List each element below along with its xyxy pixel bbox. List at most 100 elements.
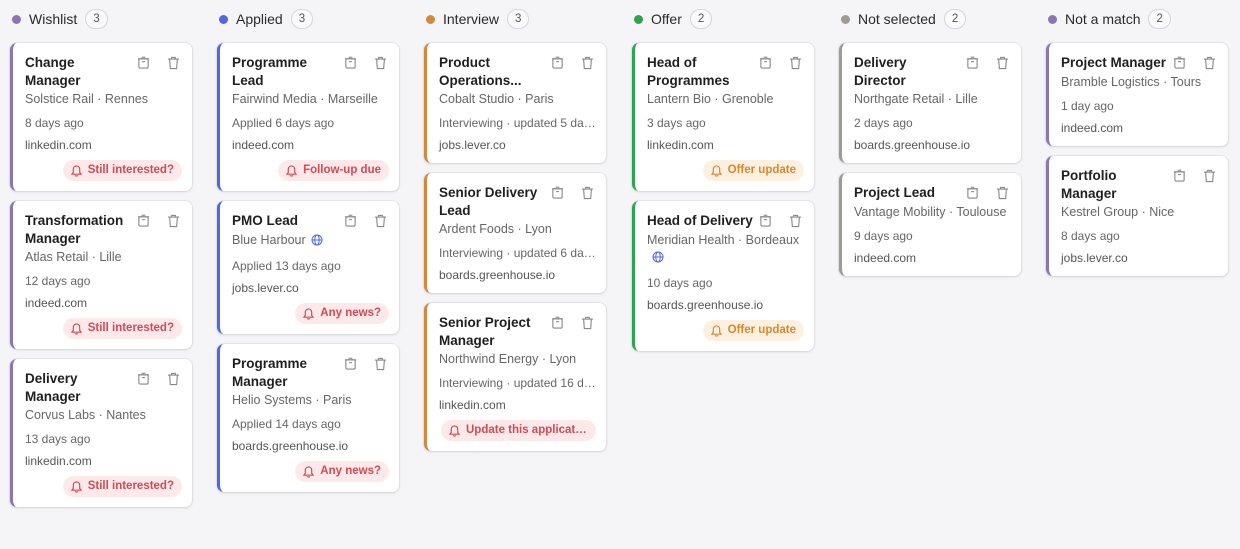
reminder-badge[interactable]: Offer update xyxy=(702,160,804,181)
bell-icon xyxy=(711,165,722,177)
archive-icon[interactable] xyxy=(341,214,359,230)
trash-icon[interactable] xyxy=(371,56,389,72)
trash-icon[interactable] xyxy=(578,186,596,202)
column-count-badge: 3 xyxy=(290,9,314,29)
trash-icon[interactable] xyxy=(371,214,389,230)
archive-icon[interactable] xyxy=(341,56,359,72)
card-source[interactable]: jobs.lever.co xyxy=(1061,250,1218,266)
card-actions xyxy=(1170,167,1218,185)
company-location: Bramble Logistics · Tours xyxy=(1061,74,1218,91)
trash-icon[interactable] xyxy=(786,56,804,72)
job-card[interactable]: Change Manager Solstice Rail · Rennes 8 da… xyxy=(10,43,192,191)
reminder-badge[interactable]: Update this application xyxy=(441,420,596,441)
trash-icon[interactable] xyxy=(1200,169,1218,185)
reminder-badge[interactable]: Any news? xyxy=(295,461,389,482)
card-header: Project Lead xyxy=(854,184,1011,202)
job-card[interactable]: Head of Programmes Lantern Bio · Grenoble… xyxy=(632,43,814,191)
card-source[interactable]: linkedin.com xyxy=(25,137,182,153)
company-location: Lantern Bio · Grenoble xyxy=(647,91,804,108)
company-text: Northwind Energy · Lyon xyxy=(439,352,577,366)
archive-icon[interactable] xyxy=(134,372,152,388)
job-card[interactable]: Programme Manager Helio Systems · Paris Ap… xyxy=(217,344,399,492)
reminder-badge[interactable]: Offer update xyxy=(702,320,804,341)
reminder-badge-label: Any news? xyxy=(320,465,381,477)
reminder-badge[interactable]: Still interested? xyxy=(62,318,182,339)
card-source[interactable]: boards.greenhouse.io xyxy=(439,267,596,283)
reminder-badge[interactable]: Follow-up due xyxy=(278,160,389,181)
company-text: Lantern Bio · Grenoble xyxy=(647,92,774,106)
job-title: Transformation Manager xyxy=(25,213,124,246)
bell-icon xyxy=(71,323,82,335)
archive-icon[interactable] xyxy=(756,214,774,230)
job-card[interactable]: Portfolio Manager Kestrel Group · Nice 8 d… xyxy=(1046,156,1228,276)
card-source[interactable]: boards.greenhouse.io xyxy=(647,297,804,313)
trash-icon[interactable] xyxy=(993,56,1011,72)
archive-icon[interactable] xyxy=(1170,56,1188,72)
card-source[interactable]: indeed.com xyxy=(854,250,1011,266)
archive-icon[interactable] xyxy=(548,186,566,202)
job-card[interactable]: Product Operations... Cobalt Studio · Par… xyxy=(424,43,606,163)
trash-icon[interactable] xyxy=(1200,56,1218,72)
globe-icon[interactable] xyxy=(311,234,323,251)
trash-icon[interactable] xyxy=(786,214,804,230)
card-source[interactable]: indeed.com xyxy=(1061,120,1218,136)
job-title: Head of Delivery xyxy=(647,213,753,228)
job-card[interactable]: Programme Lead Fairwind Media · Marseille… xyxy=(217,43,399,191)
card-source[interactable]: jobs.lever.co xyxy=(439,137,596,153)
badge-row: Any news? xyxy=(232,461,389,482)
card-actions xyxy=(756,54,804,72)
job-card[interactable]: Transformation Manager Atlas Retail · Lil… xyxy=(10,201,192,349)
archive-icon[interactable] xyxy=(341,357,359,373)
trash-icon[interactable] xyxy=(578,56,596,72)
card-source[interactable]: boards.greenhouse.io xyxy=(854,137,1011,153)
archive-icon[interactable] xyxy=(756,56,774,72)
trash-icon[interactable] xyxy=(164,214,182,230)
card-date: 8 days ago xyxy=(25,116,84,130)
archive-icon[interactable] xyxy=(548,316,566,332)
trash-icon[interactable] xyxy=(371,357,389,373)
job-card[interactable]: PMO Lead Blue Harbour Applied 13 days ago j… xyxy=(217,201,399,334)
archive-icon[interactable] xyxy=(134,214,152,230)
card-source[interactable]: indeed.com xyxy=(25,295,182,311)
card-source[interactable]: linkedin.com xyxy=(25,453,182,469)
card-source[interactable]: indeed.com xyxy=(232,137,389,153)
card-source[interactable]: jobs.lever.co xyxy=(232,280,389,296)
job-title: Programme Manager xyxy=(232,356,308,389)
reminder-badge[interactable]: Still interested? xyxy=(62,160,182,181)
job-card[interactable]: Project Manager Bramble Logistics · Tours… xyxy=(1046,43,1228,146)
globe-icon[interactable] xyxy=(652,251,664,268)
card-list: Product Operations... Cobalt Studio · Par… xyxy=(424,38,606,451)
card-actions xyxy=(134,370,182,388)
trash-icon[interactable] xyxy=(164,372,182,388)
reminder-badge[interactable]: Still interested? xyxy=(62,476,182,497)
column-title: Not selected xyxy=(858,11,936,27)
archive-icon[interactable] xyxy=(1170,169,1188,185)
archive-icon[interactable] xyxy=(548,56,566,72)
card-header: Senior Delivery Lead xyxy=(439,184,596,219)
job-title: Head of Programmes xyxy=(647,55,730,88)
card-source[interactable]: linkedin.com xyxy=(647,137,804,153)
card-header: Senior Project Manager xyxy=(439,314,596,349)
job-card[interactable]: Senior Delivery Lead Ardent Foods · Lyon I… xyxy=(424,173,606,293)
card-header: Portfolio Manager xyxy=(1061,167,1218,202)
job-card[interactable]: Head of Delivery Meridian Health · Bordea… xyxy=(632,201,814,351)
trash-icon[interactable] xyxy=(578,316,596,332)
trash-icon[interactable] xyxy=(993,186,1011,202)
card-source[interactable]: boards.greenhouse.io xyxy=(232,438,389,454)
job-card[interactable]: Delivery Director Northgate Retail · Lill… xyxy=(839,43,1021,163)
card-source[interactable]: linkedin.com xyxy=(439,397,596,413)
reminder-badge[interactable]: Any news? xyxy=(295,303,389,324)
bell-icon xyxy=(303,466,314,478)
job-card[interactable]: Senior Project Manager Northwind Energy ·… xyxy=(424,303,606,451)
archive-icon[interactable] xyxy=(963,186,981,202)
status-dot-icon xyxy=(634,14,643,24)
card-list: Delivery Director Northgate Retail · Lill… xyxy=(839,38,1021,276)
card-header: Transformation Manager xyxy=(25,212,182,247)
archive-icon[interactable] xyxy=(963,56,981,72)
company-location: Ardent Foods · Lyon xyxy=(439,221,596,238)
job-card[interactable]: Delivery Manager Corvus Labs · Nantes 13 d… xyxy=(10,359,192,507)
job-card[interactable]: Project Lead Vantage Mobility · Toulouse 9… xyxy=(839,173,1021,276)
trash-icon[interactable] xyxy=(164,56,182,72)
archive-icon[interactable] xyxy=(134,56,152,72)
bell-icon xyxy=(303,308,314,320)
